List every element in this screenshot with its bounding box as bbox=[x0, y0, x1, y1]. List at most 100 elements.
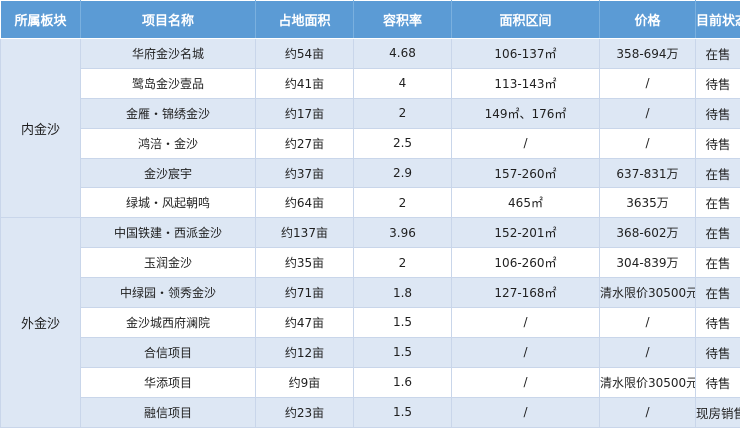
table-row: 合信项目 约12亩 1.5 / / 待售 bbox=[1, 337, 740, 367]
table-row: 绿城・风起朝鸣 约64亩 2 465㎡ 3635万 在售 bbox=[1, 188, 740, 218]
table-row: 中绿园・领秀金沙 约71亩 1.8 127-168㎡ 清水限价30500元/㎡ … bbox=[1, 278, 740, 308]
table-row: 融信项目 约23亩 1.5 / / 现房销售 bbox=[1, 397, 740, 427]
table-row: 玉润金沙 约35亩 2 106-260㎡ 304-839万 在售 bbox=[1, 248, 740, 278]
status: 待售 bbox=[696, 68, 740, 98]
land-area: 约71亩 bbox=[256, 278, 354, 308]
plot-ratio: 1.5 bbox=[354, 337, 452, 367]
project-name: 鹭岛金沙壹品 bbox=[81, 68, 256, 98]
area-range: 127-168㎡ bbox=[452, 278, 600, 308]
header-project-name: 项目名称 bbox=[81, 1, 256, 39]
price: 304-839万 bbox=[600, 248, 696, 278]
header-price: 价格 bbox=[600, 1, 696, 39]
project-name: 金沙宸宇 bbox=[81, 158, 256, 188]
land-area: 约37亩 bbox=[256, 158, 354, 188]
table-row: 鸿涪・金沙 约27亩 2.5 / / 待售 bbox=[1, 128, 740, 158]
area-range: / bbox=[452, 397, 600, 427]
plot-ratio: 2.9 bbox=[354, 158, 452, 188]
project-name: 华府金沙名城 bbox=[81, 39, 256, 69]
project-name: 金沙城西府澜院 bbox=[81, 308, 256, 338]
status: 在售 bbox=[696, 218, 740, 248]
price: / bbox=[600, 68, 696, 98]
status: 待售 bbox=[696, 337, 740, 367]
header-row: 所属板块 项目名称 占地面积 容积率 面积区间 价格 目前状态 bbox=[1, 1, 740, 39]
plot-ratio: 2.5 bbox=[354, 128, 452, 158]
project-name: 中国铁建・西派金沙 bbox=[81, 218, 256, 248]
status: 在售 bbox=[696, 248, 740, 278]
land-area: 约12亩 bbox=[256, 337, 354, 367]
project-name: 鸿涪・金沙 bbox=[81, 128, 256, 158]
table-row: 金雁・锦绣金沙 约17亩 2 149㎡、176㎡ / 待售 bbox=[1, 98, 740, 128]
area-range: 152-201㎡ bbox=[452, 218, 600, 248]
area-range: / bbox=[452, 128, 600, 158]
area-range: 465㎡ bbox=[452, 188, 600, 218]
table-row: 内金沙 华府金沙名城 约54亩 4.68 106-137㎡ 358-694万 在… bbox=[1, 39, 740, 69]
price: / bbox=[600, 308, 696, 338]
plot-ratio: 4 bbox=[354, 68, 452, 98]
table-row: 外金沙 中国铁建・西派金沙 约137亩 3.96 152-201㎡ 368-60… bbox=[1, 218, 740, 248]
price: 358-694万 bbox=[600, 39, 696, 69]
header-area-range: 面积区间 bbox=[452, 1, 600, 39]
area-range: / bbox=[452, 337, 600, 367]
land-area: 约137亩 bbox=[256, 218, 354, 248]
status: 待售 bbox=[696, 98, 740, 128]
price: 清水限价30500元/㎡ bbox=[600, 367, 696, 397]
plot-ratio: 2 bbox=[354, 188, 452, 218]
land-area: 约64亩 bbox=[256, 188, 354, 218]
plot-ratio: 1.5 bbox=[354, 308, 452, 338]
project-table: 所属板块 项目名称 占地面积 容积率 面积区间 价格 目前状态 内金沙 华府金沙… bbox=[0, 0, 740, 428]
plot-ratio: 1.8 bbox=[354, 278, 452, 308]
land-area: 约27亩 bbox=[256, 128, 354, 158]
table-row: 鹭岛金沙壹品 约41亩 4 113-143㎡ / 待售 bbox=[1, 68, 740, 98]
project-name: 中绿园・领秀金沙 bbox=[81, 278, 256, 308]
plot-ratio: 1.6 bbox=[354, 367, 452, 397]
project-name: 合信项目 bbox=[81, 337, 256, 367]
land-area: 约35亩 bbox=[256, 248, 354, 278]
project-name: 融信项目 bbox=[81, 397, 256, 427]
area-range: 113-143㎡ bbox=[452, 68, 600, 98]
area-range: 157-260㎡ bbox=[452, 158, 600, 188]
header-status: 目前状态 bbox=[696, 1, 740, 39]
section-label-inner: 内金沙 bbox=[1, 39, 81, 218]
status: 待售 bbox=[696, 308, 740, 338]
land-area: 约17亩 bbox=[256, 98, 354, 128]
plot-ratio: 3.96 bbox=[354, 218, 452, 248]
price: 3635万 bbox=[600, 188, 696, 218]
status: 在售 bbox=[696, 39, 740, 69]
status: 待售 bbox=[696, 367, 740, 397]
land-area: 约23亩 bbox=[256, 397, 354, 427]
plot-ratio: 2 bbox=[354, 248, 452, 278]
land-area: 约47亩 bbox=[256, 308, 354, 338]
area-range: 106-137㎡ bbox=[452, 39, 600, 69]
header-plot-ratio: 容积率 bbox=[354, 1, 452, 39]
status: 在售 bbox=[696, 188, 740, 218]
project-name: 玉润金沙 bbox=[81, 248, 256, 278]
status: 待售 bbox=[696, 128, 740, 158]
project-name: 华添项目 bbox=[81, 367, 256, 397]
price: / bbox=[600, 128, 696, 158]
price: / bbox=[600, 397, 696, 427]
project-name: 绿城・风起朝鸣 bbox=[81, 188, 256, 218]
area-range: / bbox=[452, 367, 600, 397]
table-row: 金沙城西府澜院 约47亩 1.5 / / 待售 bbox=[1, 308, 740, 338]
land-area: 约54亩 bbox=[256, 39, 354, 69]
status: 现房销售 bbox=[696, 397, 740, 427]
price: 368-602万 bbox=[600, 218, 696, 248]
section-label-outer: 外金沙 bbox=[1, 218, 81, 427]
land-area: 约41亩 bbox=[256, 68, 354, 98]
price: / bbox=[600, 98, 696, 128]
land-area: 约9亩 bbox=[256, 367, 354, 397]
plot-ratio: 4.68 bbox=[354, 39, 452, 69]
plot-ratio: 2 bbox=[354, 98, 452, 128]
price: 清水限价30500元/㎡ bbox=[600, 278, 696, 308]
area-range: 149㎡、176㎡ bbox=[452, 98, 600, 128]
area-range: / bbox=[452, 308, 600, 338]
plot-ratio: 1.5 bbox=[354, 397, 452, 427]
header-sector: 所属板块 bbox=[1, 1, 81, 39]
table-row: 华添项目 约9亩 1.6 / 清水限价30500元/㎡ 待售 bbox=[1, 367, 740, 397]
area-range: 106-260㎡ bbox=[452, 248, 600, 278]
status: 在售 bbox=[696, 278, 740, 308]
project-name: 金雁・锦绣金沙 bbox=[81, 98, 256, 128]
price: 637-831万 bbox=[600, 158, 696, 188]
price: / bbox=[600, 337, 696, 367]
header-land-area: 占地面积 bbox=[256, 1, 354, 39]
